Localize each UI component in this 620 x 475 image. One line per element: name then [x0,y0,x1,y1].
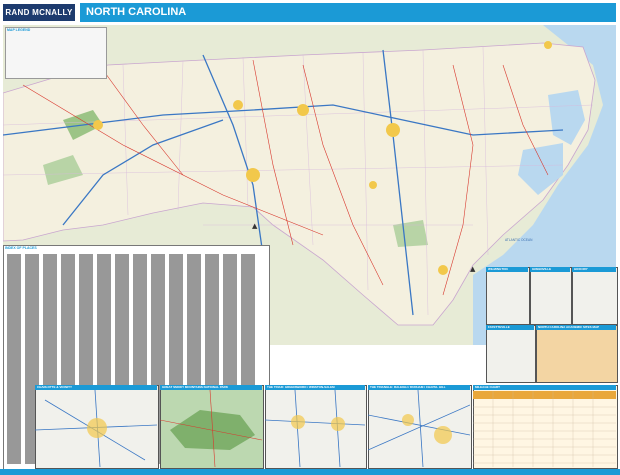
inset-label: GREENVILLE [532,267,552,271]
inset-label: NORTH CAROLINA ACADEMIC SITES MAP [538,325,600,329]
inset-label: FAYETTEVILLE [488,325,510,329]
page-title: NORTH CAROLINA [86,6,187,18]
inset-greenville[interactable] [530,267,572,325]
inset-fayetteville[interactable] [486,325,536,383]
inset-wilmington[interactable] [486,267,530,325]
brand-logo: RAND MCNALLY [3,4,75,21]
mileage-grid-lines [473,391,616,467]
triad-map [265,390,365,467]
mileage-grid [473,391,616,467]
triangle-map [368,390,470,467]
footer-bar [0,469,620,475]
compass-icon: ▲ [470,265,476,273]
compass-icon: ▲ [252,222,258,230]
inset-hickory[interactable] [572,267,618,325]
charlotte-map [35,390,157,467]
inset-label: WILMINGTON [488,267,508,271]
inset-label: MILEAGE CHART [475,385,500,389]
legend-title: MAP LEGEND [7,28,31,32]
inset-academic-sites[interactable] [536,325,618,383]
inset-label: HICKORY [574,267,588,271]
index-title: INDEX OF PLACES [5,246,37,250]
ocean-label: ATLANTIC OCEAN [505,238,533,242]
mileage-header-row [473,391,616,399]
smoky-mountains-map [160,390,262,467]
map-legend [5,27,107,79]
